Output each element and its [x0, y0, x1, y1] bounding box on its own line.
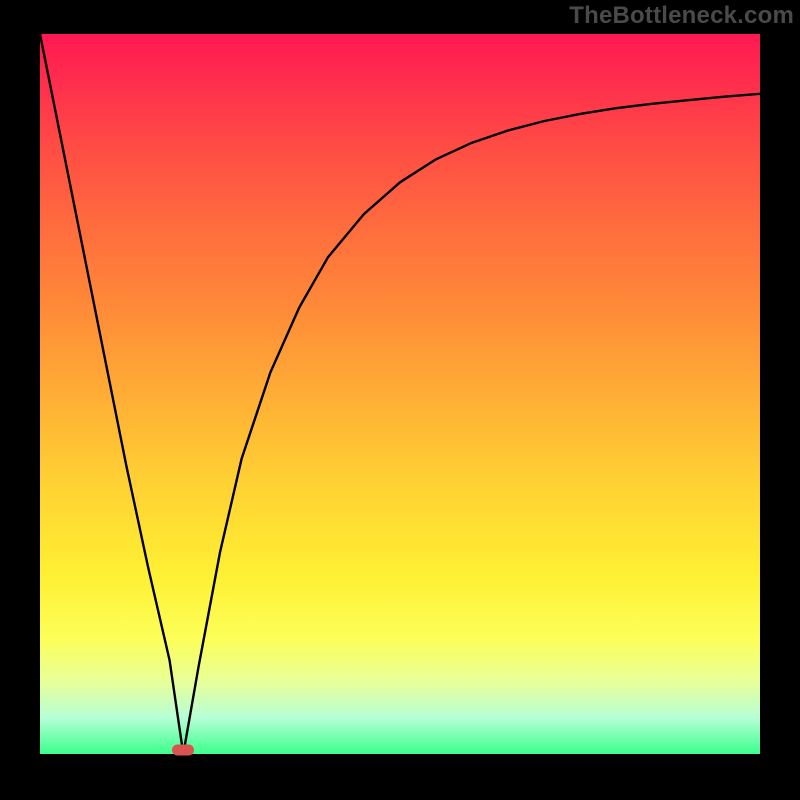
plot-area: [40, 34, 760, 754]
bottleneck-curve: [40, 34, 760, 754]
chart-frame: TheBottleneck.com: [0, 0, 800, 800]
vertex-marker: [172, 745, 194, 756]
watermark-text: TheBottleneck.com: [569, 2, 794, 30]
